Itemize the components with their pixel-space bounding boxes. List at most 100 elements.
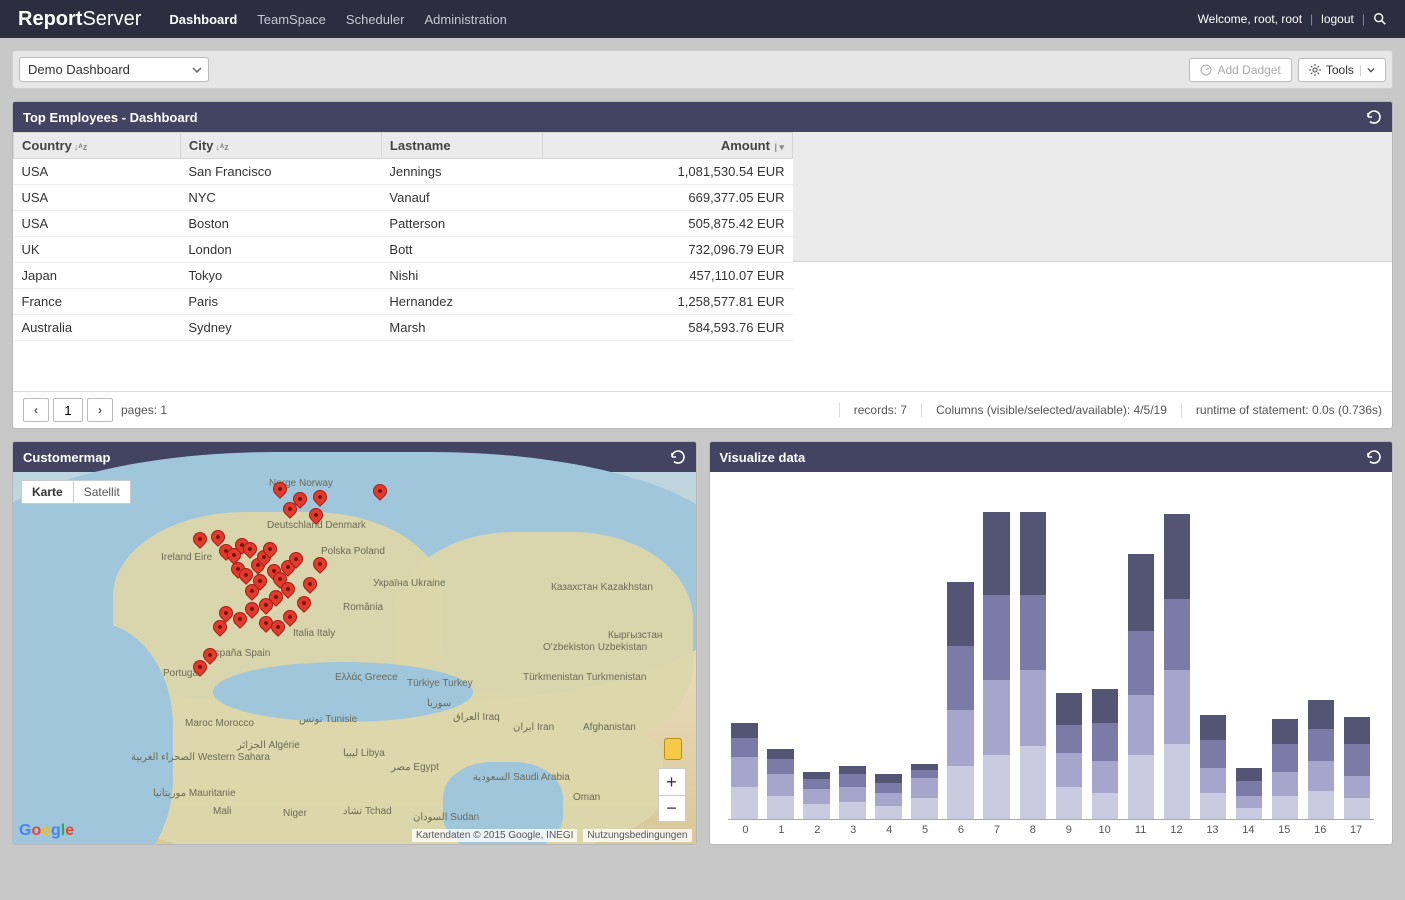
map-label: السودان Sudan (413, 812, 479, 823)
cell-lastname: Marsh (381, 315, 543, 341)
table-row[interactable]: USA San Francisco Jennings 1,081,530.54 … (14, 159, 793, 185)
cell-lastname: Nishi (381, 263, 543, 289)
cell-lastname: Jennings (381, 159, 543, 185)
zoom-in-button[interactable]: + (659, 769, 685, 795)
panel-header: Top Employees - Dashboard (13, 102, 1392, 132)
map-label: Italia Italy (293, 628, 335, 639)
x-tick: 4 (871, 820, 907, 836)
cell-country: USA (14, 185, 181, 211)
bar-segment (1308, 729, 1335, 761)
bar-segment (947, 766, 974, 819)
refresh-icon[interactable] (1366, 449, 1382, 465)
bar-segment (731, 757, 758, 787)
table-row[interactable]: USA NYC Vanauf 669,377.05 EUR (14, 185, 793, 211)
map-label: O'zbekiston Uzbekistan (543, 642, 647, 653)
records-label: records: 7 (839, 403, 907, 417)
cell-country: USA (14, 211, 181, 237)
x-tick: 11 (1123, 820, 1159, 836)
bar-column (1304, 700, 1338, 819)
add-dadget-label: Add Dadget (1217, 63, 1280, 77)
table-row[interactable]: Japan Tokyo Nishi 457,110.07 EUR (14, 263, 793, 289)
bar-segment (767, 749, 794, 760)
table-row[interactable]: France Paris Hernandez 1,258,577.81 EUR (14, 289, 793, 315)
bar-segment (1272, 744, 1299, 772)
x-tick: 3 (835, 820, 871, 836)
map-label: الجزائر Algérie (237, 740, 300, 751)
col-amount[interactable]: Amount | ▾ (543, 133, 793, 159)
bar-column (1124, 554, 1158, 819)
table-row[interactable]: USA Boston Patterson 505,875.42 EUR (14, 211, 793, 237)
tools-button[interactable]: Tools | (1298, 58, 1386, 82)
pegman-icon[interactable] (664, 738, 682, 760)
bar-segment (1056, 725, 1083, 753)
cell-lastname: Bott (381, 237, 543, 263)
bar-segment (731, 787, 758, 819)
bar-segment (1056, 693, 1083, 725)
col-country[interactable]: Country↓ᴬᴢ (14, 133, 181, 159)
separator: | (1310, 12, 1313, 26)
bar-column (980, 512, 1014, 819)
bar-segment (731, 738, 758, 757)
next-page-button[interactable]: › (87, 398, 113, 422)
bar-segment (1200, 768, 1227, 794)
map-type-satellit[interactable]: Satellit (73, 481, 130, 503)
x-tick: 17 (1338, 820, 1374, 836)
nav-dashboard[interactable]: Dashboard (169, 12, 237, 27)
gauge-icon (1200, 64, 1212, 76)
map-label: Afghanistan (583, 722, 636, 733)
bar-segment (1128, 695, 1155, 755)
bar-column (1088, 689, 1122, 819)
refresh-icon[interactable] (1366, 109, 1382, 125)
bar-segment (1164, 514, 1191, 599)
dashboard-select[interactable]: Demo Dashboard (19, 57, 209, 82)
map-type-karte[interactable]: Karte (22, 481, 73, 503)
table-row[interactable]: Australia Sydney Marsh 584,593.76 EUR (14, 315, 793, 341)
bar-segment (911, 778, 938, 797)
bar-segment (983, 680, 1010, 755)
separator: | (1362, 12, 1365, 26)
bar-segment (1020, 512, 1047, 595)
chart-canvas: 01234567891011121314151617 (710, 472, 1393, 844)
bar-segment (1056, 753, 1083, 787)
map-label: الصحراء الغربية Western Sahara (131, 752, 270, 763)
bar-segment (947, 710, 974, 765)
search-icon[interactable] (1373, 12, 1387, 26)
add-dadget-button[interactable]: Add Dadget (1189, 58, 1291, 82)
nav-teamspace[interactable]: TeamSpace (257, 12, 326, 27)
bar-segment (1020, 595, 1047, 670)
col-lastname[interactable]: Lastname (381, 133, 543, 159)
map-terms-link[interactable]: Nutzungsbedingungen (583, 829, 691, 842)
bar-segment (947, 646, 974, 710)
map-label: Казахстан Kazakhstan (551, 582, 653, 593)
chevron-down-icon (192, 65, 202, 75)
cell-amount: 505,875.42 EUR (543, 211, 793, 237)
map-label: موريتانيا Mauritanie (153, 788, 236, 799)
prev-page-button[interactable]: ‹ (23, 398, 49, 422)
bar-segment (1128, 631, 1155, 695)
x-tick: 16 (1302, 820, 1338, 836)
cell-city: London (180, 237, 381, 263)
refresh-icon[interactable] (670, 449, 686, 465)
map-label: مصر Egypt (391, 762, 439, 773)
nav-administration[interactable]: Administration (424, 12, 506, 27)
filter-icon: | ▾ (772, 142, 784, 152)
map-canvas[interactable]: Karte Satellit + − Google Kartendaten © … (13, 472, 696, 844)
map-label: ایران Iran (513, 722, 554, 733)
map-label: România (343, 602, 383, 613)
page-input[interactable] (53, 398, 83, 422)
bar-column (1160, 514, 1194, 819)
bar-segment (1164, 670, 1191, 745)
zoom-out-button[interactable]: − (659, 795, 685, 821)
pager: ‹ › (23, 398, 113, 422)
bar-segment (1092, 761, 1119, 793)
col-city[interactable]: City↓ᴬᴢ (180, 133, 381, 159)
map-credits: Kartendaten © 2015 Google, INEGI Nutzung… (412, 829, 692, 842)
bar-segment (767, 774, 794, 795)
x-tick: 9 (1051, 820, 1087, 836)
bar-segment (1236, 796, 1263, 809)
x-tick: 0 (728, 820, 764, 836)
logout-link[interactable]: logout (1321, 12, 1354, 26)
bar-segment (983, 595, 1010, 680)
nav-scheduler[interactable]: Scheduler (346, 12, 405, 27)
table-row[interactable]: UK London Bott 732,096.79 EUR (14, 237, 793, 263)
